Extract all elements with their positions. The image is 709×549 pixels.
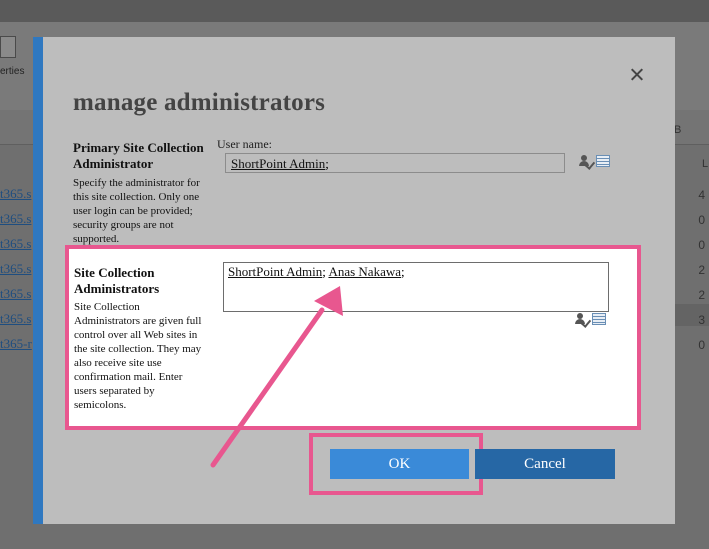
user-separator: ; [322,264,326,279]
primary-admin-description: Specify the administrator for this site … [73,177,200,245]
dialog-title: manage administrators [73,89,326,116]
cancel-button[interactable]: Cancel [475,449,615,479]
site-collection-admins-description: Site Collection Administrators are given… [74,301,202,411]
properties-icon [0,36,16,58]
user-separator: ; [325,156,329,171]
background-site-link: t365-r [0,336,32,351]
background-value: 0 [698,338,705,352]
check-names-icon[interactable] [579,155,596,170]
background-site-link: t365.s [0,186,32,201]
ok-button[interactable]: OK [330,449,469,479]
dialog-accent-bar [33,37,43,524]
background-site-link: t365.s [0,261,32,276]
user-name-label: User name: [217,137,272,151]
background-top-bar [0,0,709,22]
background-value: 2 [698,288,705,302]
background-value: 0 [698,238,705,252]
background-site-link: t365.s [0,286,32,301]
background-site-link: t365.s [0,311,32,326]
background-value: 4 [698,188,705,202]
background-site-link: t365.s [0,236,32,251]
check-names-icon[interactable] [575,313,592,328]
primary-picker-icons [579,155,610,170]
admins-picker-icons [575,313,606,328]
background-column-header: L [702,158,709,170]
properties-label: erties [0,66,25,77]
background-site-link: t365.s [0,211,32,226]
browse-directory-icon[interactable] [596,155,610,167]
close-icon[interactable] [629,67,645,83]
background-value: 3 [698,313,705,327]
browse-directory-icon[interactable] [592,313,606,325]
site-collection-admins-input[interactable]: ShortPoint Admin; Anas Nakawa; [223,262,609,312]
site-collection-admins-heading: Site Collection Administrators [74,265,160,296]
primary-admin-heading: Primary Site Collection Administrator [73,140,204,171]
user-token: Anas Nakawa [328,264,402,279]
user-token: ShortPoint Admin [231,156,326,171]
background-value: 2 [698,263,705,277]
user-token: ShortPoint Admin [228,264,323,279]
background-column-header: B [674,124,682,136]
primary-admin-input[interactable]: ShortPoint Admin; [225,153,565,173]
user-separator: ; [401,264,405,279]
background-value: 0 [698,213,705,227]
